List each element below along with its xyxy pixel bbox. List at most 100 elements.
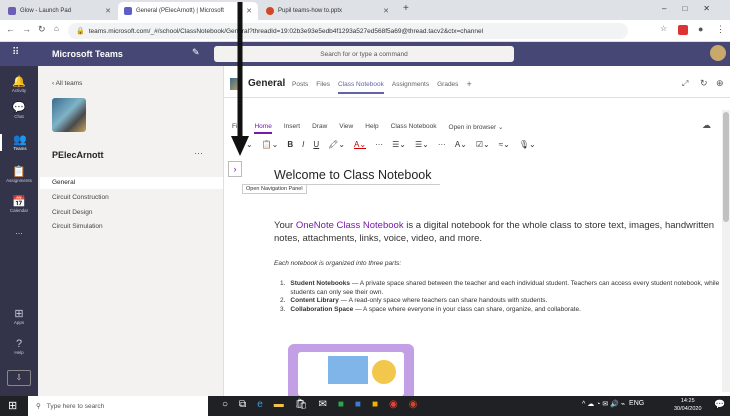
- channel-circuit-design[interactable]: Circuit Design: [52, 208, 222, 218]
- more-icon[interactable]: ···: [438, 140, 446, 149]
- globe-icon[interactable]: ⊕: [716, 78, 724, 89]
- ribbon-insert[interactable]: Insert: [284, 123, 300, 134]
- app-title: Microsoft Teams: [52, 49, 123, 59]
- ribbon-draw[interactable]: Draw: [312, 123, 327, 134]
- windows-start-icon[interactable]: ⊞: [8, 399, 17, 412]
- system-tray: ^ ☁ ◔ ✉ 🔊 ⌁ ENG: [582, 400, 644, 408]
- dictate-icon[interactable]: 🎙⌄: [519, 140, 536, 149]
- onenote-class-notebook-link[interactable]: OneNote Class Notebook: [296, 220, 404, 231]
- tray-icons[interactable]: ^ ☁ ◔ ✉ 🔊 ⌁: [582, 400, 625, 408]
- highlight-icon[interactable]: 🖍⌄: [328, 140, 345, 149]
- divider: [224, 97, 730, 98]
- app-icon[interactable]: ■: [372, 399, 378, 410]
- menu-icon[interactable]: ⋮: [716, 24, 725, 35]
- bold-button[interactable]: B: [287, 140, 293, 149]
- comment-icon[interactable]: ☁: [702, 120, 711, 131]
- list-item: 1. Student Notebooks — A private space sh…: [280, 280, 720, 296]
- spelling-icon[interactable]: ≈⌄: [499, 140, 510, 149]
- tag-icon[interactable]: ☑⌄: [476, 140, 490, 149]
- browser-tab[interactable]: Pupil teams-how to.pptx ✕: [260, 2, 395, 20]
- close-window-button[interactable]: ✕: [703, 4, 710, 13]
- app-grid-icon[interactable]: ⠿: [12, 47, 19, 58]
- teams-icon: [124, 7, 132, 15]
- powerpoint-icon[interactable]: ◉: [409, 399, 418, 410]
- chrome-icon[interactable]: ◉: [389, 399, 398, 410]
- tab-posts[interactable]: Posts: [292, 81, 308, 94]
- refresh-icon[interactable]: ↻: [700, 78, 708, 89]
- browser-tab[interactable]: Glow - Launch Pad ✕: [2, 2, 117, 20]
- language-indicator[interactable]: ENG: [629, 400, 644, 408]
- rail-activity[interactable]: 🔔 Activity: [0, 76, 38, 93]
- home-icon[interactable]: ⌂: [54, 24, 59, 33]
- task-view-icon[interactable]: ⧉: [239, 399, 246, 410]
- ribbon-home[interactable]: Home: [254, 123, 272, 134]
- help-icon: ?: [15, 338, 23, 350]
- cortana-icon[interactable]: ○: [222, 399, 228, 410]
- add-tab-button[interactable]: +: [466, 79, 471, 94]
- lock-icon: 🔒: [76, 28, 85, 35]
- clock[interactable]: 14:25 30/04/2020: [674, 397, 702, 413]
- rail-apps[interactable]: ⊞ Apps: [0, 308, 38, 325]
- team-name: PElecArnott: [52, 150, 104, 160]
- extension-icon[interactable]: [678, 25, 688, 35]
- team-image: [52, 98, 86, 132]
- channel-circuit-construction[interactable]: Circuit Construction: [52, 193, 222, 203]
- all-teams-link[interactable]: ‹ All teams: [52, 80, 82, 87]
- open-nav-panel-button[interactable]: ›: [228, 161, 242, 177]
- italic-button[interactable]: I: [302, 140, 304, 149]
- tab-class-notebook[interactable]: Class Notebook: [338, 81, 384, 94]
- channel-circuit-simulation[interactable]: Circuit Simulation: [52, 222, 222, 232]
- team-more-button[interactable]: ···: [194, 148, 203, 158]
- search-input[interactable]: Search for or type a command: [214, 46, 514, 62]
- bullets-icon[interactable]: ☰⌄: [392, 140, 406, 149]
- calendar-icon: 📅: [12, 196, 26, 208]
- underline-button[interactable]: U: [313, 140, 319, 149]
- channel-general[interactable]: General: [52, 178, 222, 188]
- reload-icon[interactable]: ↻: [38, 24, 46, 35]
- new-chat-icon[interactable]: ✎: [192, 47, 200, 58]
- star-icon[interactable]: ☆: [660, 24, 667, 33]
- notification-icon[interactable]: 💬: [714, 399, 725, 410]
- scrollbar-thumb[interactable]: [723, 112, 729, 222]
- edge-icon[interactable]: e: [257, 399, 263, 410]
- ribbon-class-notebook[interactable]: Class Notebook: [391, 123, 437, 134]
- rail-help[interactable]: ? Help: [0, 338, 38, 355]
- rail-assignments[interactable]: 📋 Assignments: [0, 166, 38, 183]
- ribbon-help[interactable]: Help: [365, 123, 378, 134]
- word-icon[interactable]: ■: [355, 399, 361, 410]
- paste-icon[interactable]: 📋⌄: [262, 140, 279, 149]
- expand-icon[interactable]: ⤢: [682, 79, 688, 89]
- styles-icon[interactable]: A⌄: [455, 140, 467, 149]
- rail-chat[interactable]: 💬 Chat: [0, 102, 38, 119]
- more-icon[interactable]: ···: [375, 140, 383, 149]
- page-title: Welcome to Class Notebook: [274, 168, 440, 185]
- tab-files[interactable]: Files: [316, 81, 330, 94]
- store-icon[interactable]: 🛍: [295, 399, 308, 410]
- ribbon-view[interactable]: View: [339, 123, 353, 134]
- file-explorer-icon[interactable]: ▬: [274, 399, 284, 410]
- avatar[interactable]: [710, 45, 726, 61]
- close-tab-icon[interactable]: ✕: [105, 7, 111, 15]
- window-controls: – □ ✕: [662, 4, 710, 13]
- taskbar-search[interactable]: ⚲ Type here to search: [28, 396, 208, 416]
- new-tab-button[interactable]: +: [403, 3, 409, 14]
- forward-icon[interactable]: →: [22, 24, 31, 34]
- maximize-button[interactable]: □: [682, 4, 687, 13]
- rail-calendar[interactable]: 📅 Calendar: [0, 196, 38, 213]
- font-color-icon[interactable]: A⌄: [354, 140, 366, 149]
- url-input[interactable]: 🔒 teams.microsoft.com/_#/school/ClassNot…: [68, 23, 628, 39]
- tab-assignments[interactable]: Assignments: [392, 81, 429, 94]
- back-icon[interactable]: ←: [6, 24, 15, 34]
- rail-more[interactable]: ...: [0, 226, 38, 236]
- close-tab-icon[interactable]: ✕: [383, 7, 389, 15]
- minimize-button[interactable]: –: [662, 4, 666, 13]
- excel-icon[interactable]: ■: [338, 399, 344, 410]
- numbering-icon[interactable]: ☰⌄: [415, 140, 429, 149]
- rail-teams[interactable]: 👥 Teams: [0, 134, 38, 151]
- tab-grades[interactable]: Grades: [437, 81, 458, 94]
- download-icon[interactable]: ⇩: [7, 370, 31, 386]
- profile-icon[interactable]: ●: [698, 24, 703, 34]
- list-item: 2. Content Library — A read-only space wh…: [280, 297, 548, 304]
- open-in-browser-button[interactable]: Open in browser ⌄: [449, 123, 504, 134]
- mail-icon[interactable]: ✉: [318, 399, 326, 410]
